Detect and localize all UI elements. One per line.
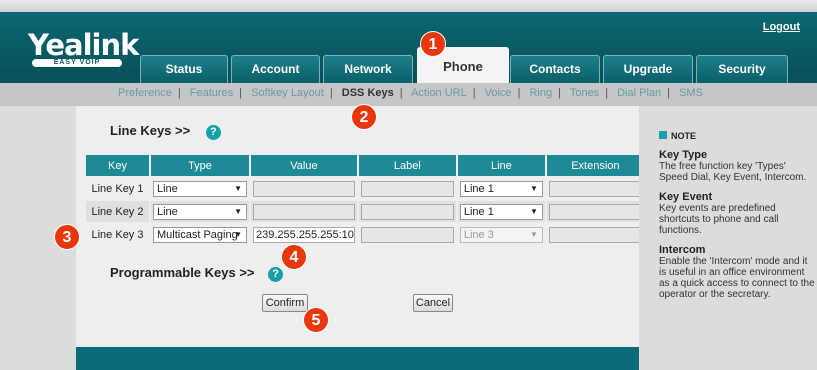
note-heading-text: NOTE [671, 131, 697, 141]
column-header-type: Type [151, 155, 249, 176]
confirm-button[interactable]: Confirm [262, 294, 308, 312]
tab-upgrade[interactable]: Upgrade [603, 55, 693, 83]
logout-link[interactable]: Logout [763, 21, 800, 33]
type-select-value: Line [157, 205, 178, 218]
label-input[interactable] [360, 226, 454, 243]
callout-badge: 2 [351, 104, 377, 130]
line-keys-title[interactable]: Line Keys >> [110, 123, 190, 138]
line-select-value: Line 1 [463, 182, 494, 195]
subnav-preference[interactable]: Preference [118, 87, 172, 99]
value-input[interactable]: 239.255.255.255:10 [253, 226, 355, 243]
note-panel: NOTE Key Type The free function key 'Typ… [639, 106, 817, 370]
note-icon [659, 131, 667, 139]
note-description: Key events are predefined shortcuts to p… [659, 203, 779, 236]
type-select-value: Multicast Paging [157, 228, 238, 241]
type-select[interactable]: Multicast Paging ▼ [153, 226, 247, 243]
dropdown-arrow-icon: ▼ [234, 183, 242, 193]
subnav-tones[interactable]: Tones [570, 87, 599, 99]
subnav-ring[interactable]: Ring [529, 87, 552, 99]
callout-badge: 5 [303, 307, 329, 333]
subnav-sms[interactable]: SMS [679, 87, 703, 99]
programmable-keys-heading: Programmable Keys >> ? [110, 265, 284, 282]
sub-navigation: Preference | Features | Softkey Layout | DS… [0, 83, 817, 106]
line-select-value: Line 1 [463, 205, 494, 218]
main-footer-bar [76, 347, 639, 370]
programmable-keys-title[interactable]: Programmable Keys >> [110, 265, 255, 280]
column-header-value: Value [251, 155, 357, 176]
dropdown-arrow-icon: ▼ [529, 183, 538, 193]
note-heading: NOTE [659, 131, 817, 141]
subnav-action-url[interactable]: Action URL [411, 87, 467, 99]
line-keys-heading: Line Keys >> ? [110, 123, 221, 140]
callout-badge: 1 [420, 31, 446, 57]
dropdown-arrow-icon: ▼ [234, 206, 242, 216]
note-description: Enable the 'Intercom' mode and it is use… [659, 256, 815, 300]
callout-badge: 3 [54, 224, 80, 250]
table-header-row: Key Type Value Label Line Extension [86, 155, 644, 176]
subnav-dss-keys[interactable]: DSS Keys [342, 87, 394, 99]
note-term: Key Type [659, 149, 708, 161]
yealink-logo: Yealink EASY VOIP [28, 28, 139, 68]
line-select[interactable]: Line 1 ▼ [459, 203, 543, 220]
value-input[interactable] [253, 180, 355, 197]
table-row: Line Key 1 Line ▼ Line 1 ▼ [86, 178, 644, 199]
dropdown-arrow-icon: ▼ [529, 206, 538, 216]
type-select[interactable]: Line ▼ [153, 180, 247, 197]
extension-input[interactable] [548, 203, 642, 220]
label-input[interactable] [360, 203, 454, 220]
type-select[interactable]: Line ▼ [153, 203, 247, 220]
main-tabs: Status Account Network Phone Contacts Up… [140, 47, 817, 83]
column-header-line: Line [457, 155, 545, 176]
note-description: The free function key 'Types' Speed Dial… [659, 161, 807, 183]
help-icon[interactable]: ? [268, 267, 284, 282]
line-keys-table: Key Type Value Label Line Extension Line… [84, 153, 646, 247]
logo-tagline: EASY VOIP [32, 59, 122, 67]
value-input[interactable] [253, 203, 355, 220]
table-row: Line Key 3 Multicast Paging ▼ 239.255.255… [86, 224, 644, 245]
key-name: Line Key 3 [91, 228, 144, 241]
key-name: Line Key 1 [91, 182, 144, 195]
note-term: Key Event [659, 191, 713, 203]
tab-contacts[interactable]: Contacts [510, 55, 600, 83]
key-name: Line Key 2 [86, 201, 149, 222]
logo-text: Yealink [28, 28, 139, 62]
subnav-voice[interactable]: Voice [485, 87, 512, 99]
header: Yealink EASY VOIP Logout Status Account … [0, 0, 817, 83]
callout-badge: 4 [281, 244, 307, 270]
subnav-features[interactable]: Features [190, 87, 233, 99]
tab-status[interactable]: Status [140, 55, 228, 83]
column-header-extension: Extension [546, 155, 644, 176]
tab-security[interactable]: Security [696, 55, 788, 83]
table-row: Line Key 2 Line ▼ Line 1 ▼ [86, 201, 644, 222]
help-icon[interactable]: ? [205, 125, 221, 140]
subnav-softkey-layout[interactable]: Softkey Layout [251, 87, 324, 99]
column-header-key: Key [86, 155, 149, 176]
type-select-value: Line [157, 182, 178, 195]
dropdown-arrow-icon: ▼ [234, 229, 242, 239]
note-term: Intercom [659, 244, 706, 256]
cancel-button[interactable]: Cancel [413, 294, 453, 312]
line-select[interactable]: Line 1 ▼ [459, 180, 543, 197]
tab-account[interactable]: Account [231, 55, 320, 83]
label-input[interactable] [360, 180, 454, 197]
line-select[interactable]: Line 3 ▼ [459, 226, 543, 243]
extension-input[interactable] [548, 226, 642, 243]
extension-input[interactable] [548, 180, 642, 197]
tab-network[interactable]: Network [323, 55, 413, 83]
dropdown-arrow-icon: ▼ [529, 229, 538, 239]
subnav-dial-plan[interactable]: Dial Plan [617, 87, 661, 99]
column-header-label: Label [358, 155, 456, 176]
line-select-value: Line 3 [463, 228, 494, 241]
